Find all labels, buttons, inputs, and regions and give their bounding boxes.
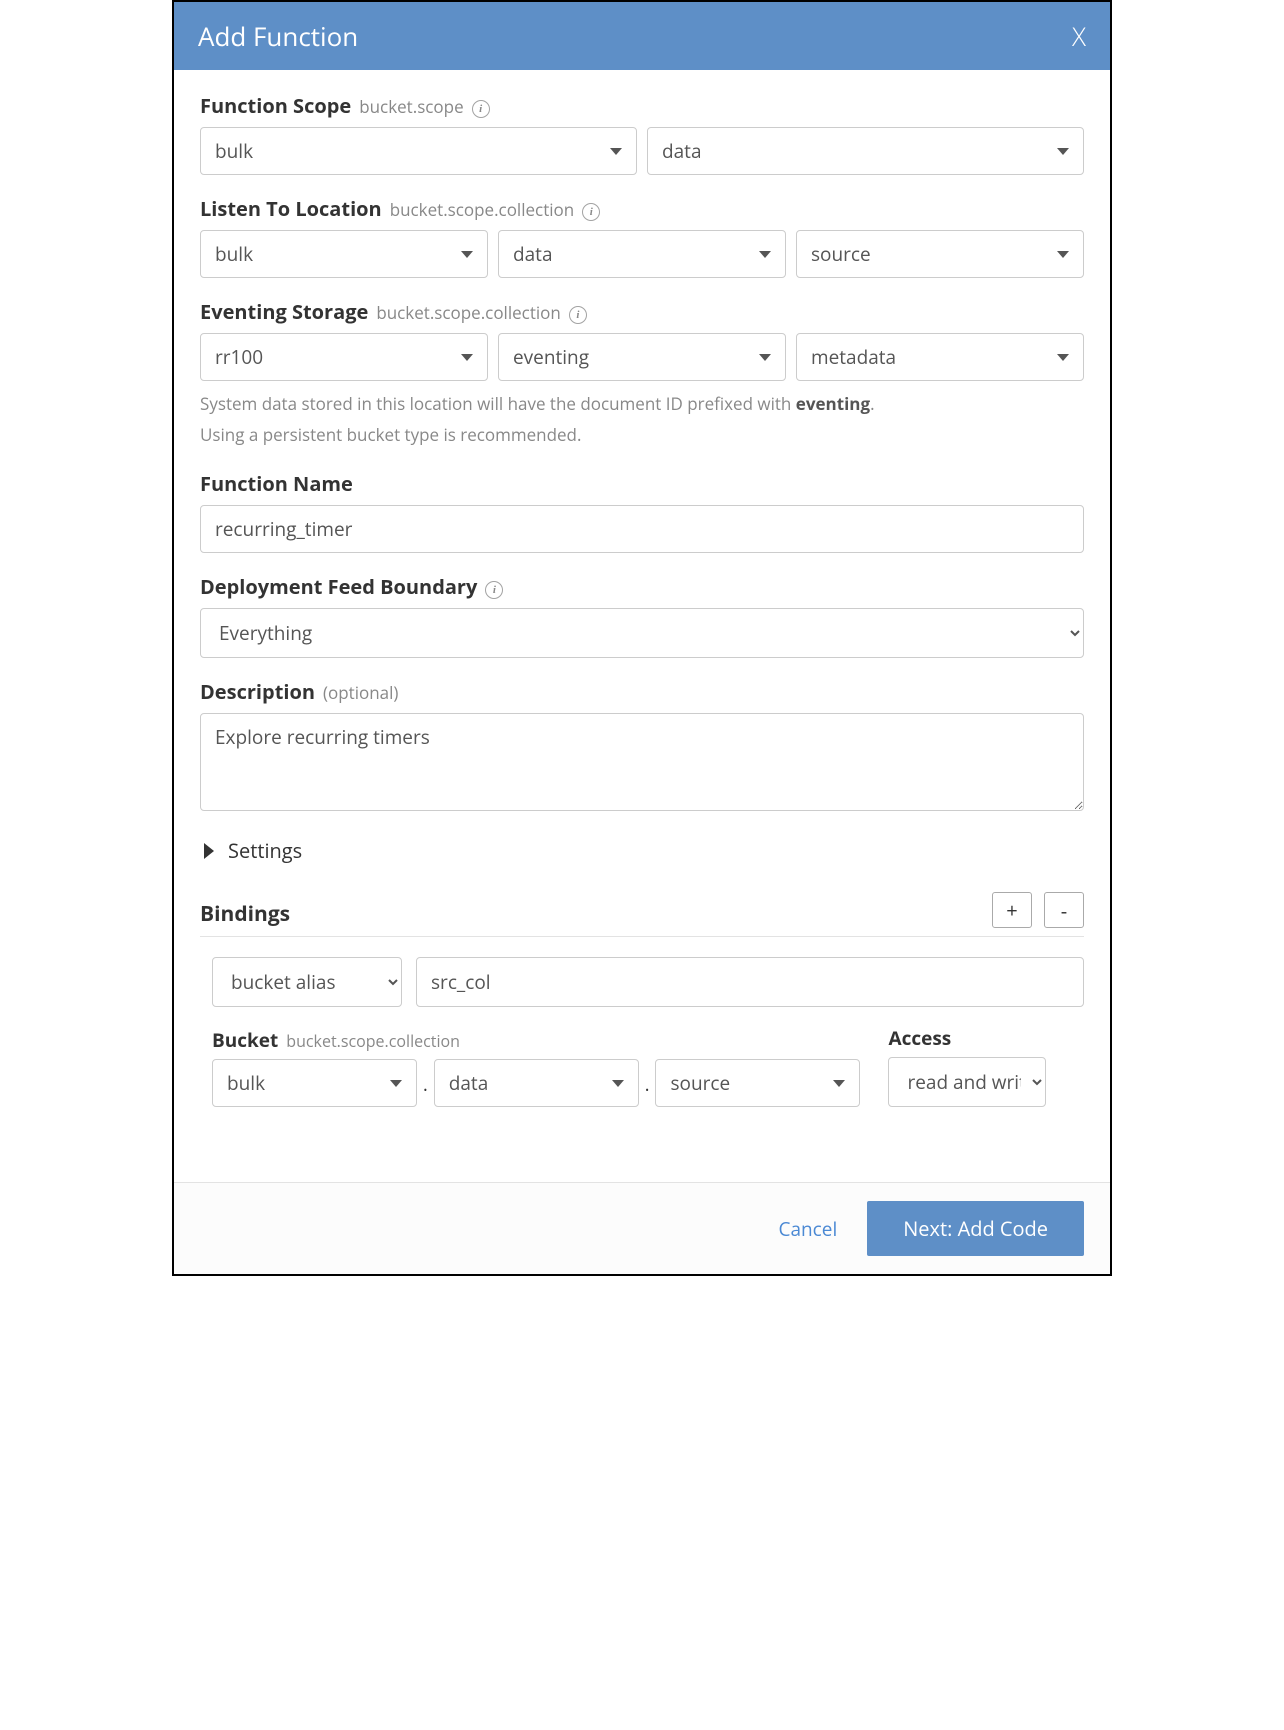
modal-title: Add Function bbox=[198, 18, 358, 54]
binding-access-col: Access read and write bbox=[888, 1025, 1046, 1107]
description-label: Description bbox=[200, 678, 315, 705]
chevron-down-icon bbox=[1057, 148, 1069, 155]
modal-body: Function Scope bucket.scope i bulk data … bbox=[174, 70, 1110, 1182]
description-section: Description (optional) bbox=[200, 678, 1084, 811]
function-name-section: Function Name bbox=[200, 470, 1084, 553]
binding-detail-row: Bucket bucket.scope.collection bulk . da… bbox=[200, 1025, 1084, 1107]
triangle-right-icon bbox=[204, 843, 214, 859]
add-binding-button[interactable]: + bbox=[992, 892, 1032, 928]
remove-binding-button[interactable]: - bbox=[1044, 892, 1084, 928]
function-scope-sublabel: bucket.scope bbox=[359, 95, 463, 118]
settings-label: Settings bbox=[228, 837, 302, 864]
chevron-down-icon bbox=[1057, 251, 1069, 258]
binding-bucket-select[interactable]: bulk bbox=[212, 1059, 417, 1107]
listen-scope-value: data bbox=[513, 241, 553, 267]
function-name-label: Function Name bbox=[200, 470, 353, 497]
info-icon[interactable]: i bbox=[485, 581, 503, 599]
listen-bucket-value: bulk bbox=[215, 241, 253, 267]
description-textarea[interactable] bbox=[200, 713, 1084, 811]
close-icon[interactable]: X bbox=[1072, 18, 1086, 54]
storage-scope-select[interactable]: eventing bbox=[498, 333, 786, 381]
info-icon[interactable]: i bbox=[569, 306, 587, 324]
scope-scope-value: data bbox=[662, 138, 702, 164]
dot-separator: . bbox=[645, 1073, 650, 1107]
listen-label: Listen To Location bbox=[200, 195, 382, 222]
chevron-down-icon bbox=[610, 148, 622, 155]
bindings-label: Bindings bbox=[200, 900, 290, 928]
chevron-down-icon bbox=[1057, 354, 1069, 361]
storage-help-text: System data stored in this location will… bbox=[200, 389, 1084, 450]
chevron-down-icon bbox=[612, 1080, 624, 1087]
add-function-modal: Add Function X Function Scope bucket.sco… bbox=[172, 0, 1112, 1276]
scope-scope-select[interactable]: data bbox=[647, 127, 1084, 175]
listen-bucket-select[interactable]: bulk bbox=[200, 230, 488, 278]
chevron-down-icon bbox=[461, 251, 473, 258]
modal-footer: Cancel Next: Add Code bbox=[174, 1182, 1110, 1274]
binding-scope-select[interactable]: data bbox=[434, 1059, 639, 1107]
listen-location-section: Listen To Location bucket.scope.collecti… bbox=[200, 195, 1084, 278]
binding-row: bucket alias bbox=[200, 957, 1084, 1007]
bindings-header: Bindings + - bbox=[200, 892, 1084, 937]
storage-collection-value: metadata bbox=[811, 344, 896, 370]
info-icon[interactable]: i bbox=[582, 203, 600, 221]
listen-collection-value: source bbox=[811, 241, 871, 267]
storage-scope-value: eventing bbox=[513, 344, 589, 370]
feed-boundary-section: Deployment Feed Boundary i Everything bbox=[200, 573, 1084, 658]
chevron-down-icon bbox=[759, 251, 771, 258]
function-scope-section: Function Scope bucket.scope i bulk data bbox=[200, 92, 1084, 175]
binding-alias-input[interactable] bbox=[416, 957, 1084, 1007]
info-icon[interactable]: i bbox=[472, 100, 490, 118]
modal-header: Add Function X bbox=[174, 2, 1110, 70]
function-name-input[interactable] bbox=[200, 505, 1084, 553]
description-sublabel: (optional) bbox=[323, 681, 398, 704]
boundary-label: Deployment Feed Boundary bbox=[200, 573, 477, 600]
storage-bucket-select[interactable]: rr100 bbox=[200, 333, 488, 381]
boundary-select[interactable]: Everything bbox=[200, 608, 1084, 658]
storage-collection-select[interactable]: metadata bbox=[796, 333, 1084, 381]
scope-bucket-select[interactable]: bulk bbox=[200, 127, 637, 175]
binding-bucket-label: Bucket bbox=[212, 1027, 278, 1053]
storage-sublabel: bucket.scope.collection bbox=[376, 301, 561, 324]
access-label: Access bbox=[888, 1025, 951, 1051]
next-add-code-button[interactable]: Next: Add Code bbox=[867, 1201, 1084, 1256]
access-select[interactable]: read and write bbox=[888, 1057, 1046, 1107]
chevron-down-icon bbox=[833, 1080, 845, 1087]
settings-toggle[interactable]: Settings bbox=[204, 837, 1084, 864]
scope-bucket-value: bulk bbox=[215, 138, 253, 164]
listen-sublabel: bucket.scope.collection bbox=[390, 198, 575, 221]
eventing-storage-section: Eventing Storage bucket.scope.collection… bbox=[200, 298, 1084, 450]
cancel-button[interactable]: Cancel bbox=[779, 1216, 838, 1242]
chevron-down-icon bbox=[461, 354, 473, 361]
binding-collection-select[interactable]: source bbox=[655, 1059, 860, 1107]
chevron-down-icon bbox=[759, 354, 771, 361]
chevron-down-icon bbox=[390, 1080, 402, 1087]
binding-type-select[interactable]: bucket alias bbox=[212, 957, 402, 1007]
storage-bucket-value: rr100 bbox=[215, 344, 263, 370]
listen-scope-select[interactable]: data bbox=[498, 230, 786, 278]
storage-label: Eventing Storage bbox=[200, 298, 368, 325]
listen-collection-select[interactable]: source bbox=[796, 230, 1084, 278]
binding-bucket-sublabel: bucket.scope.collection bbox=[286, 1030, 460, 1052]
dot-separator: . bbox=[423, 1073, 428, 1107]
binding-bucket-col: Bucket bucket.scope.collection bulk . da… bbox=[212, 1027, 860, 1107]
function-scope-label: Function Scope bbox=[200, 92, 351, 119]
